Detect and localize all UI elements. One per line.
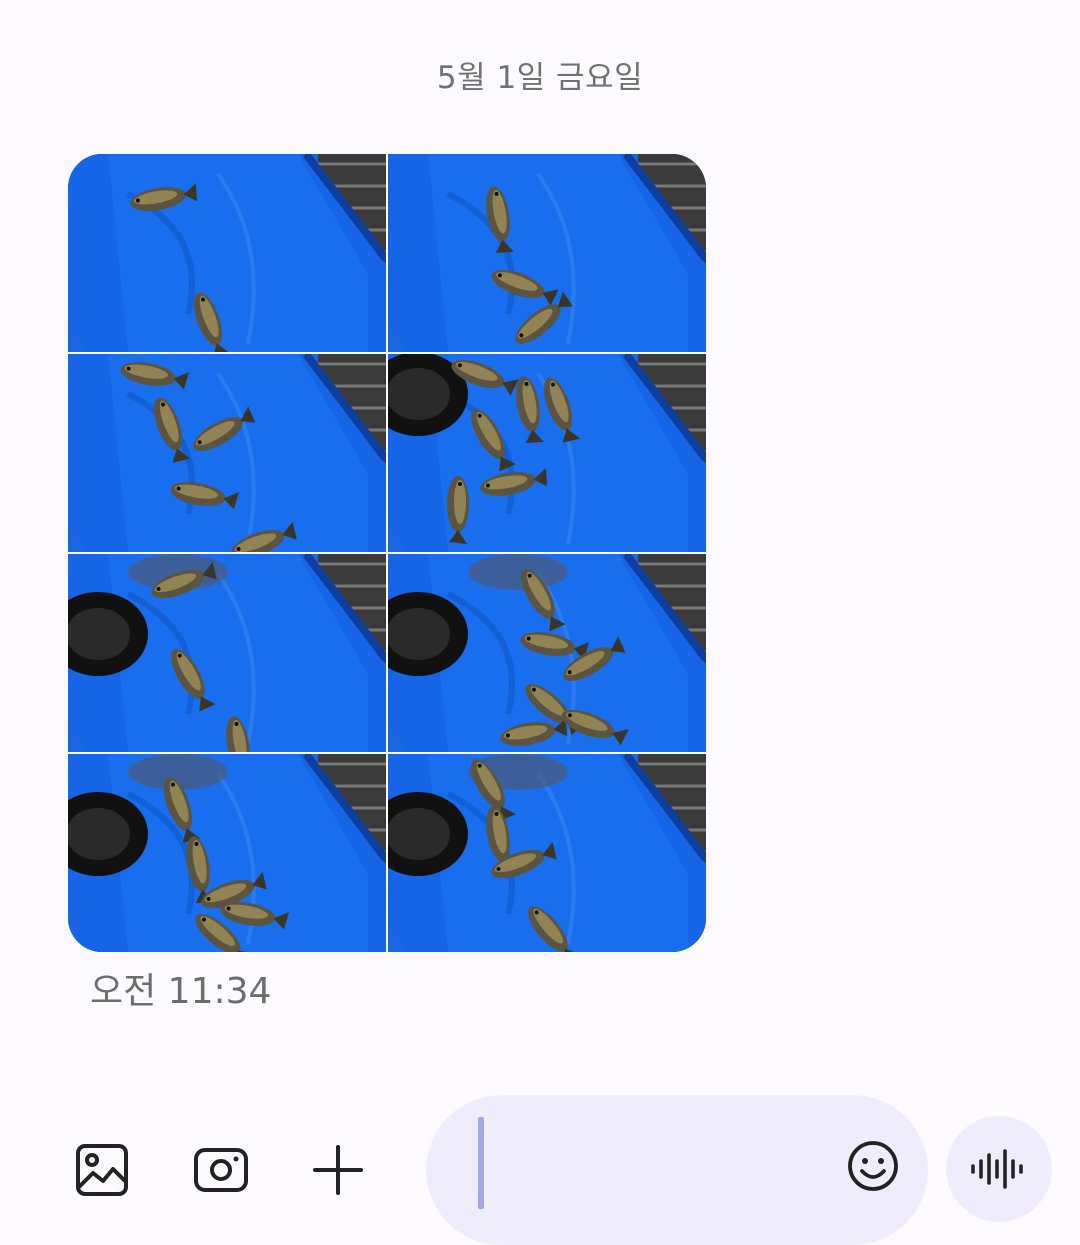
text-cursor [478, 1117, 484, 1209]
photo-image [388, 154, 706, 352]
photo-thumbnail[interactable] [68, 754, 386, 952]
photo-thumbnail[interactable] [388, 154, 706, 352]
plus-icon [313, 1145, 363, 1195]
gallery-button[interactable] [67, 1135, 137, 1205]
photo-image [68, 554, 386, 752]
photo-thumbnail[interactable] [68, 554, 386, 752]
add-attachment-button[interactable] [303, 1135, 373, 1205]
emoji-button[interactable] [846, 1139, 908, 1201]
date-header: 5월 1일 금요일 [436, 60, 644, 96]
voice-record-button[interactable] [946, 1116, 1052, 1222]
message-input[interactable] [492, 1119, 836, 1181]
emoji-icon [848, 1141, 898, 1191]
photo-image [68, 154, 386, 352]
message-composer-bar [0, 1090, 1080, 1245]
photo-thumbnail[interactable] [388, 754, 706, 952]
photo-thumbnail[interactable] [388, 554, 706, 752]
photo-thumbnail[interactable] [388, 354, 706, 552]
camera-icon [194, 1148, 248, 1192]
photo-image [388, 754, 706, 952]
voice-waveform-icon [971, 1149, 1023, 1189]
photo-image [388, 554, 706, 752]
photo-image [388, 354, 706, 552]
photo-image [68, 754, 386, 952]
photo-image [68, 354, 386, 552]
photo-thumbnail[interactable] [68, 354, 386, 552]
camera-button[interactable] [186, 1135, 256, 1205]
message-input-container[interactable] [426, 1095, 928, 1245]
gallery-icon [76, 1144, 128, 1196]
photo-grid-message[interactable] [68, 154, 706, 952]
message-timestamp: 오전 11:34 [90, 971, 272, 1012]
photo-thumbnail[interactable] [68, 154, 386, 352]
